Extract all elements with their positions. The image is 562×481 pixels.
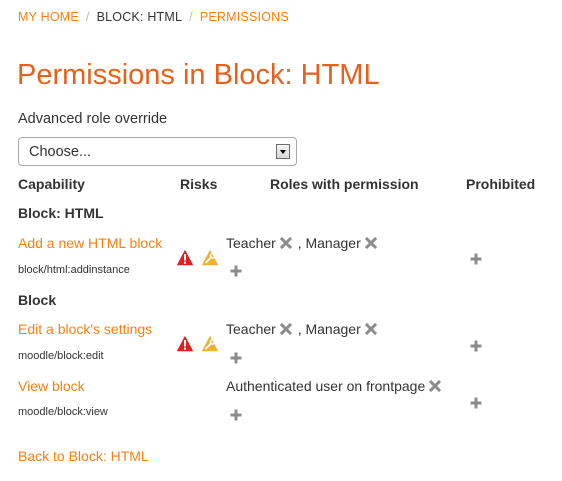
breadcrumb-permissions[interactable]: PERMISSIONS <box>200 10 289 24</box>
capability-code: moodle/block:view <box>18 406 108 418</box>
config-risk-icon[interactable] <box>201 335 219 352</box>
capability-link[interactable]: Add a new HTML block <box>18 235 162 251</box>
header-roles: Roles with permission <box>270 176 419 192</box>
remove-role-icon[interactable] <box>429 380 441 392</box>
role-name: Teacher <box>226 321 276 337</box>
roles-with-permission: Teacher , Manager <box>226 321 379 337</box>
role-name: Teacher <box>226 235 276 251</box>
xss-risk-icon[interactable] <box>176 335 194 352</box>
add-prohibit-icon[interactable] <box>470 397 482 409</box>
add-prohibit-icon[interactable] <box>470 340 482 352</box>
remove-role-icon[interactable] <box>365 323 377 335</box>
capability-code: moodle/block:edit <box>18 350 104 362</box>
add-role-icon[interactable] <box>230 352 242 364</box>
page-title: Permissions in Block: HTML <box>17 59 380 91</box>
role-name: Manager <box>305 235 361 251</box>
breadcrumb-separator: / <box>85 10 90 24</box>
role-override-selected: Choose... <box>29 144 92 160</box>
xss-risk-icon[interactable] <box>176 249 194 266</box>
group-heading: Block: HTML <box>18 205 104 221</box>
roles-with-permission: Teacher , Manager <box>226 235 379 251</box>
add-prohibit-icon[interactable] <box>470 253 482 265</box>
header-prohibited: Prohibited <box>466 176 536 192</box>
dropdown-arrow-icon[interactable] <box>276 144 290 159</box>
role-override-select[interactable]: Choose... <box>18 137 297 166</box>
capability-link[interactable]: View block <box>18 378 85 394</box>
capability-link[interactable]: Edit a block's settings <box>18 321 152 337</box>
role-name: Authenticated user on frontpage <box>226 378 426 394</box>
breadcrumb-separator: / <box>189 10 193 24</box>
remove-role-icon[interactable] <box>280 237 292 249</box>
header-risks: Risks <box>180 176 218 192</box>
role-override-label: Advanced role override <box>18 111 168 127</box>
breadcrumb-block-html[interactable]: BLOCK: HTML <box>97 10 183 24</box>
header-capability: Capability <box>18 176 85 192</box>
breadcrumb: MY HOME / BLOCK: HTML / PERMISSIONS <box>18 10 289 24</box>
remove-role-icon[interactable] <box>365 237 377 249</box>
role-separator: , <box>293 235 306 251</box>
capability-code: block/html:addinstance <box>18 264 130 276</box>
back-link[interactable]: Back to Block: HTML <box>18 448 149 464</box>
group-heading: Block <box>18 292 57 308</box>
role-name: Manager <box>305 321 361 337</box>
roles-with-permission: Authenticated user on frontpage <box>226 378 443 394</box>
role-separator: , <box>293 321 306 337</box>
config-risk-icon[interactable] <box>201 249 219 266</box>
remove-role-icon[interactable] <box>280 323 292 335</box>
breadcrumb-my-home[interactable]: MY HOME <box>18 10 79 24</box>
add-role-icon[interactable] <box>230 409 242 421</box>
add-role-icon[interactable] <box>230 265 242 277</box>
